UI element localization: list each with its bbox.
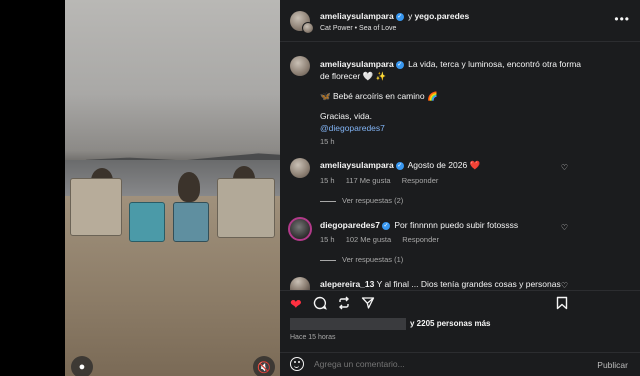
user-tag-icon[interactable]: ● (71, 356, 93, 376)
comment-body: alepereira_13 Y al final ... Dios tenía … (320, 278, 590, 289)
post-viewer: ● 🔇 ameliaysulampara ✓ y yego.paredes Cat… (0, 0, 640, 376)
author-username[interactable]: ameliaysulampara (320, 11, 394, 21)
comment-like-icon[interactable]: ♡ (561, 163, 568, 172)
comment-likes[interactable]: 102 Me gusta (346, 235, 391, 244)
view-replies-button[interactable]: Ver respuestas (2) (320, 196, 403, 205)
caption-block: ameliaysulampara ✓ La vida, terca y lumin… (320, 58, 590, 82)
share-icon[interactable] (361, 296, 375, 313)
comment-likes[interactable]: 117 Me gusta (346, 176, 391, 185)
comment-meta: 15 h 117 Me gusta Responder (320, 176, 447, 185)
verified-icon: ✓ (395, 12, 404, 21)
video-chair (217, 178, 275, 238)
post-time: Hace 15 horas (290, 334, 336, 341)
caption-avatar[interactable] (290, 56, 310, 76)
comment-avatar[interactable] (290, 158, 310, 178)
video-chair (129, 202, 165, 242)
likes-count: y 2205 personas más (410, 319, 491, 329)
comment-meta: 15 h 102 Me gusta Responder (320, 235, 448, 244)
coauthor-avatar[interactable] (302, 22, 314, 34)
comment-time: 15 h (320, 235, 335, 244)
comment-body: ameliaysulampara ✓ Agosto de 2026 ❤️ (320, 159, 590, 171)
view-replies-button[interactable]: Ver respuestas (1) (320, 255, 403, 264)
video-chair (70, 178, 122, 236)
comment-username[interactable]: alepereira_13 (320, 279, 374, 289)
heart-icon[interactable]: ❤ (290, 296, 302, 313)
emoji-icon[interactable] (290, 357, 304, 371)
comment-username[interactable]: ameliaysulampara (320, 160, 394, 170)
comment-like-icon[interactable]: ♡ (561, 223, 568, 232)
post-header: ameliaysulampara ✓ y yego.paredes Cat Pow… (280, 0, 640, 42)
video-player[interactable]: ● 🔇 (65, 0, 280, 376)
comment-body: diegoparedes7 ✓ Por finnnnn puedo subir f… (320, 219, 590, 231)
video-chair (173, 202, 209, 242)
audio-track[interactable]: Cat Power • Sea of Love (320, 25, 396, 32)
verified-icon: ✓ (395, 161, 404, 170)
caption-line-3: Gracias, vida. (320, 111, 372, 121)
repost-icon[interactable] (337, 296, 351, 313)
caption-time: 15 h (320, 137, 335, 146)
connector-text: y (407, 11, 413, 21)
verified-icon: ✓ (395, 60, 404, 69)
comment-username[interactable]: diegoparedes7 (320, 220, 380, 230)
verified-icon: ✓ (382, 221, 390, 230)
caption-username[interactable]: ameliaysulampara (320, 59, 394, 69)
caption-line-2: 🦋 Bebé arcoíris en camino 🌈 (320, 91, 438, 101)
backdrop (0, 0, 65, 376)
comment-bar: Publicar (280, 352, 640, 376)
redacted-names (290, 318, 406, 330)
caption-mention[interactable]: @diegoparedes7 (320, 122, 590, 134)
post-actions: ❤ (280, 290, 640, 316)
coauthor-username[interactable]: yego.paredes (414, 11, 469, 21)
comment-avatar[interactable] (288, 217, 312, 241)
comment-avatar[interactable] (290, 277, 310, 290)
more-options-icon[interactable]: ••• (614, 12, 630, 26)
likes-summary[interactable]: y 2205 personas más (290, 318, 491, 330)
comment-reply-button[interactable]: Responder (402, 176, 439, 185)
publish-button[interactable]: Publicar (597, 360, 628, 370)
comment-icon[interactable] (313, 296, 327, 313)
comment-text: Por finnnnn puedo subir fotossss (394, 220, 519, 230)
comment-input[interactable] (314, 359, 524, 369)
save-icon[interactable] (556, 296, 568, 313)
video-person (178, 172, 200, 202)
comment-like-icon[interactable]: ♡ (561, 281, 568, 290)
comment-reply-button[interactable]: Responder (402, 235, 439, 244)
mute-icon[interactable]: 🔇 (253, 356, 275, 376)
post-details-panel: ameliaysulampara ✓ y yego.paredes Cat Pow… (280, 0, 640, 376)
comment-text: Agosto de 2026 ❤️ (407, 160, 481, 170)
comment-text: Y al final ... Dios tenía grandes cosas … (376, 279, 561, 289)
comment-time: 15 h (320, 176, 335, 185)
